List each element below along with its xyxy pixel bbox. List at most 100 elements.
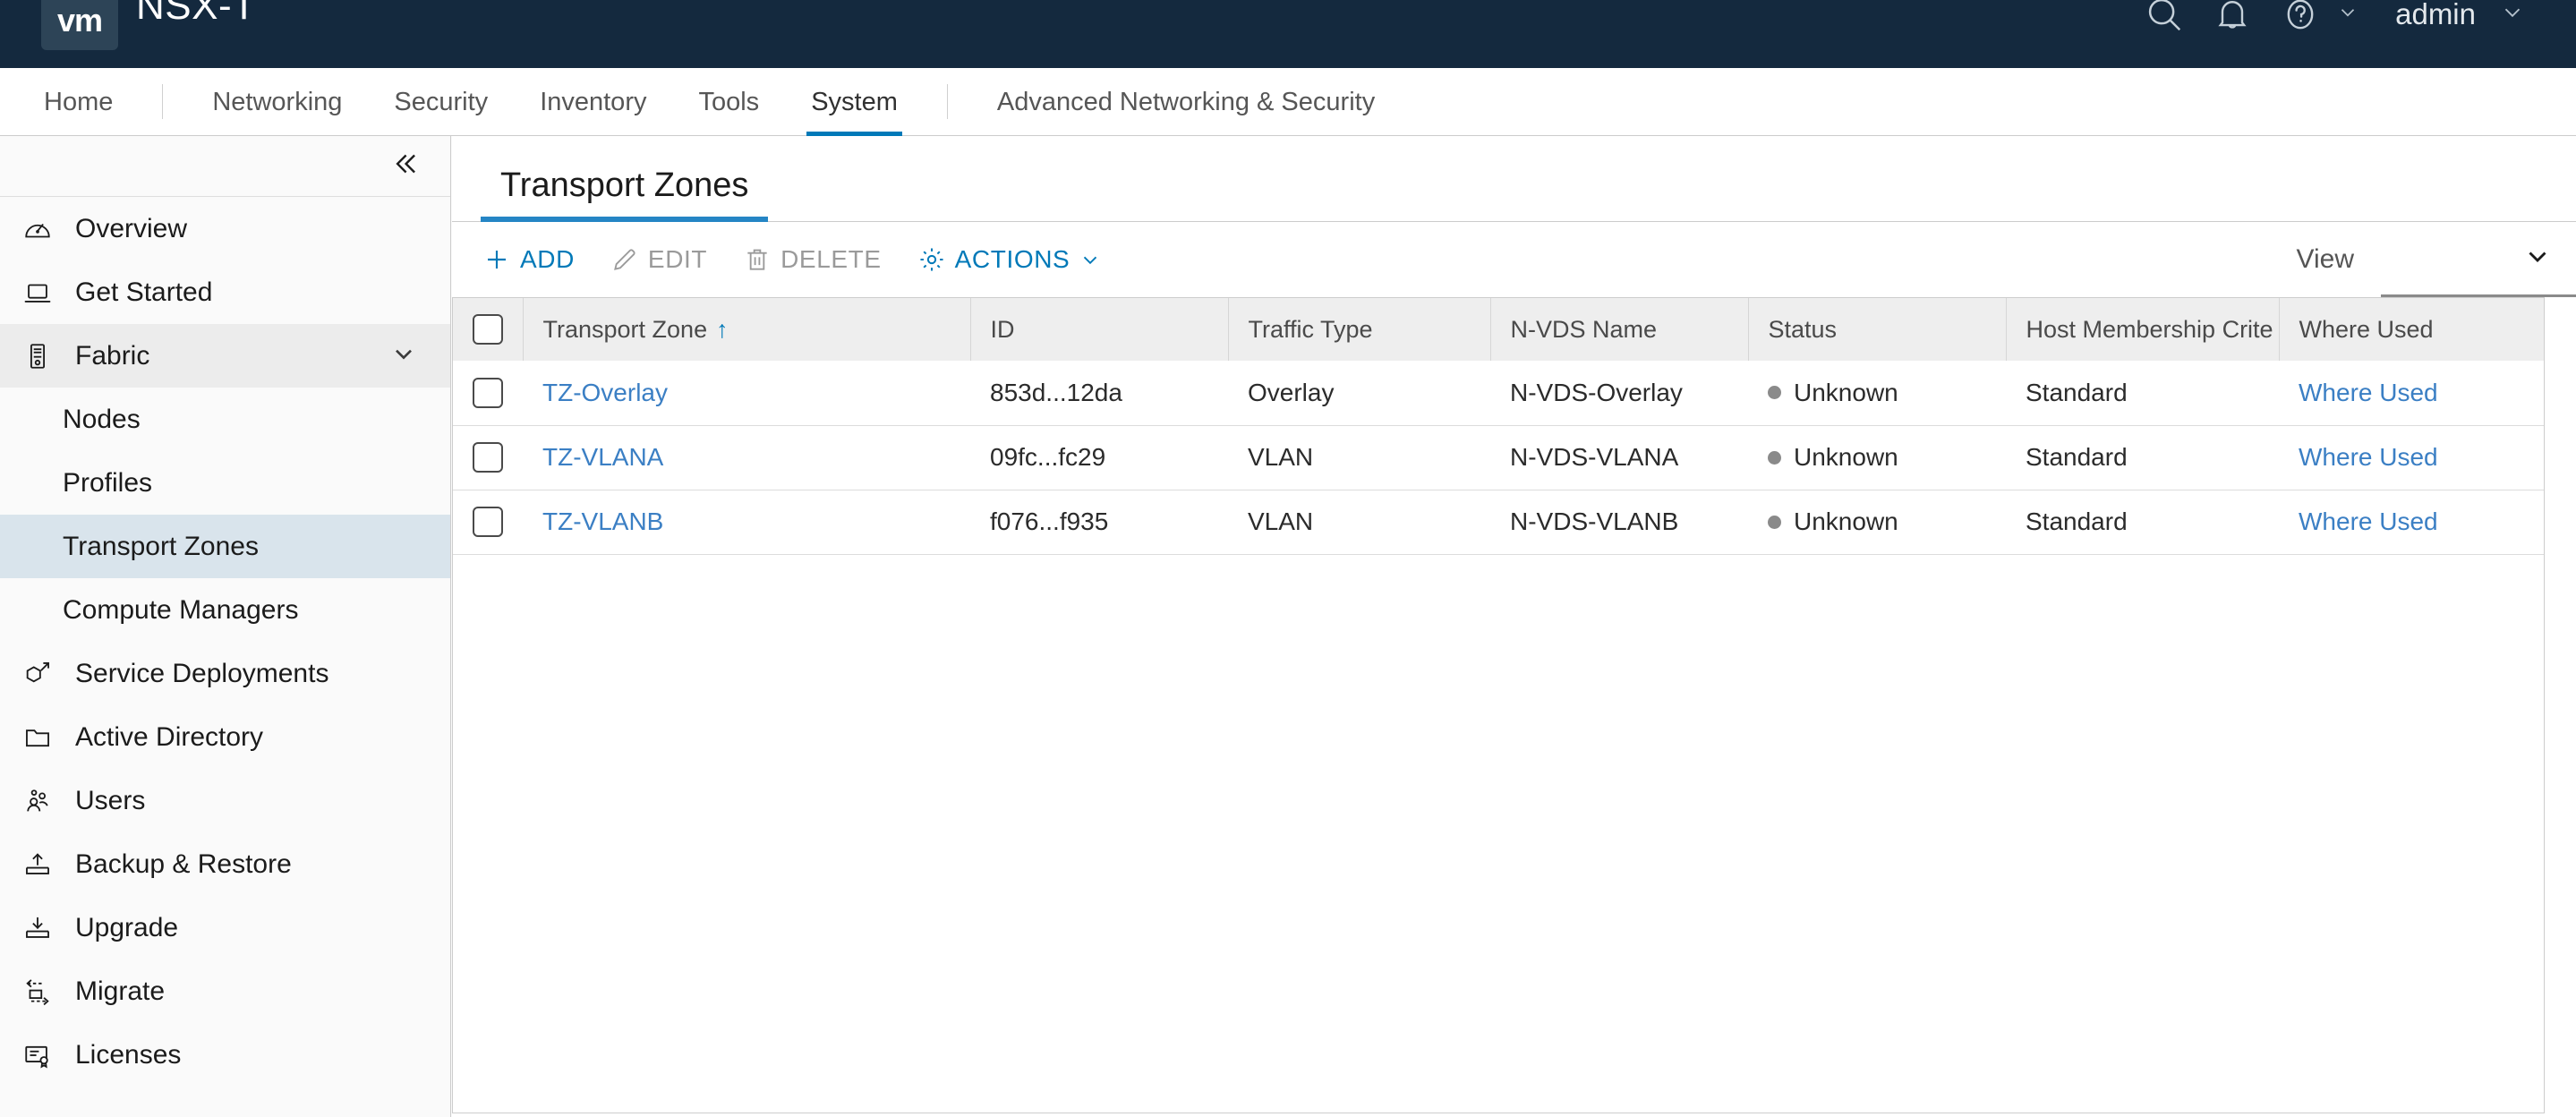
sort-ascending-icon: ↑ — [716, 315, 729, 343]
nav-label: Advanced Networking & Security — [996, 87, 1376, 116]
transport-zones-table-container: Transport Zone ↑ ID Traffic Type N-VDS Na… — [452, 297, 2545, 1113]
cell-traffic-type: VLAN — [1248, 443, 1314, 471]
sidebar-item-profiles[interactable]: Profiles — [0, 451, 450, 515]
column-label: N-VDS Name — [1510, 315, 1658, 343]
column-header-status[interactable]: Status — [1748, 298, 2007, 361]
column-header-where-used[interactable]: Where Used — [2279, 298, 2544, 361]
gear-icon — [917, 245, 946, 274]
cell-host-membership: Standard — [2026, 443, 2128, 471]
search-icon[interactable] — [2130, 0, 2198, 48]
sidebar-item-migrate[interactable]: Migrate — [0, 959, 450, 1023]
nav-label: Networking — [212, 87, 343, 116]
cell-nvds-name: N-VDS-VLANA — [1510, 443, 1679, 471]
bell-icon[interactable] — [2198, 0, 2266, 48]
nav-item-home[interactable]: Home — [18, 68, 139, 136]
cell-nvds-name: N-VDS-Overlay — [1510, 378, 1683, 406]
column-header-traffic-type[interactable]: Traffic Type — [1228, 298, 1491, 361]
sidebar-item-licenses[interactable]: Licenses — [0, 1023, 450, 1087]
select-all-header — [453, 298, 524, 361]
sidebar-item-label: Migrate — [75, 976, 166, 1006]
sidebar-item-users[interactable]: Users — [0, 769, 450, 832]
backup-upload-icon — [20, 847, 55, 883]
delete-button[interactable]: DELETE — [725, 222, 900, 297]
status-text: Unknown — [1794, 378, 1898, 406]
nav-item-tools[interactable]: Tools — [672, 68, 785, 136]
sidebar-item-label: Overview — [75, 213, 188, 243]
table-row[interactable]: TZ-VLANA 09fc...fc29 VLAN N-VDS-VLANA Un… — [453, 425, 2544, 490]
chevron-down-icon — [2522, 241, 2553, 276]
actions-button[interactable]: ACTIONS — [900, 222, 1121, 297]
column-label: Traffic Type — [1248, 315, 1373, 343]
table-row[interactable]: TZ-Overlay 853d...12da Overlay N-VDS-Ove… — [453, 361, 2544, 425]
help-menu[interactable] — [2266, 0, 2372, 48]
nav-item-security[interactable]: Security — [368, 68, 514, 136]
cell-nvds-name: N-VDS-VLANB — [1510, 507, 1679, 535]
sidebar-item-nodes[interactable]: Nodes — [0, 388, 450, 451]
transport-zone-link[interactable]: TZ-Overlay — [542, 379, 668, 406]
license-certificate-icon — [20, 1037, 55, 1073]
help-circle-icon[interactable] — [2266, 0, 2334, 48]
cell-status: Unknown — [1748, 425, 2006, 490]
user-menu[interactable]: admin — [2372, 0, 2549, 31]
table-row[interactable]: TZ-VLANB f076...f935 VLAN N-VDS-VLANB Un… — [453, 490, 2544, 554]
sidebar: Overview Get Started Fabric Nodes Profil… — [0, 136, 451, 1117]
sidebar-item-label: Users — [75, 785, 146, 815]
sidebar-item-label: Upgrade — [75, 912, 179, 942]
cell-status: Unknown — [1748, 361, 2006, 425]
nav-label: Inventory — [540, 87, 647, 116]
sidebar-item-backup-restore[interactable]: Backup & Restore — [0, 832, 450, 896]
nav-label: Home — [44, 87, 114, 116]
cell-where-used: Where Used — [2279, 361, 2544, 425]
where-used-link[interactable]: Where Used — [2299, 443, 2438, 471]
nav-item-system[interactable]: System — [785, 68, 924, 136]
sidebar-item-label: Backup & Restore — [75, 848, 292, 879]
where-used-link[interactable]: Where Used — [2299, 379, 2438, 406]
chevron-down-icon — [389, 339, 418, 372]
cell-id: 853d...12da — [990, 378, 1122, 406]
column-header-host-membership-criteria[interactable]: Host Membership Crite — [2006, 298, 2280, 361]
cell-transport-zone: TZ-Overlay — [523, 361, 970, 425]
delete-label: DELETE — [780, 245, 882, 273]
add-button[interactable]: ADD — [465, 222, 593, 297]
sidebar-item-label: Licenses — [75, 1039, 182, 1070]
transport-zone-link[interactable]: TZ-VLANB — [542, 507, 663, 535]
column-header-nvds-name[interactable]: N-VDS Name — [1490, 298, 1749, 361]
nav-item-inventory[interactable]: Inventory — [514, 68, 672, 136]
sidebar-item-compute-managers[interactable]: Compute Managers — [0, 578, 450, 642]
trash-icon — [743, 245, 772, 274]
sidebar-item-upgrade[interactable]: Upgrade — [0, 896, 450, 959]
view-select[interactable] — [2381, 222, 2576, 297]
sidebar-item-fabric[interactable]: Fabric — [0, 324, 450, 388]
row-checkbox[interactable] — [473, 442, 503, 473]
sidebar-item-transport-zones[interactable]: Transport Zones — [0, 515, 450, 578]
column-label: Where Used — [2299, 315, 2434, 343]
folder-icon — [20, 720, 55, 755]
status-dot-icon — [1768, 450, 1781, 465]
sidebar-collapse-button[interactable] — [0, 136, 450, 197]
transport-zone-link[interactable]: TZ-VLANA — [542, 443, 663, 471]
nav-item-advanced-networking-security[interactable]: Advanced Networking & Security — [971, 68, 1401, 136]
page-title: Transport Zones — [500, 166, 749, 204]
primary-nav: Home Networking Security Inventory Tools… — [0, 68, 2576, 136]
column-header-id[interactable]: ID — [970, 298, 1229, 361]
row-checkbox[interactable] — [473, 378, 503, 409]
app-header: vm NSX-T admin — [0, 0, 2576, 68]
edit-button[interactable]: EDIT — [593, 222, 725, 297]
sidebar-item-overview[interactable]: Overview — [0, 197, 450, 260]
cell-where-used: Where Used — [2279, 490, 2544, 554]
select-all-checkbox[interactable] — [472, 314, 503, 345]
nav-item-networking[interactable]: Networking — [186, 68, 368, 136]
column-header-transport-zone[interactable]: Transport Zone ↑ — [523, 298, 971, 361]
cell-id: f076...f935 — [990, 507, 1109, 535]
row-checkbox[interactable] — [473, 507, 503, 538]
where-used-link[interactable]: Where Used — [2299, 507, 2438, 535]
column-label: ID — [990, 315, 1015, 343]
migrate-arrows-icon — [20, 974, 55, 1010]
sidebar-item-get-started[interactable]: Get Started — [0, 260, 450, 324]
dashboard-icon — [20, 211, 55, 247]
status-text: Unknown — [1794, 507, 1898, 535]
deploy-cube-icon — [20, 656, 55, 692]
sidebar-item-service-deployments[interactable]: Service Deployments — [0, 642, 450, 705]
sidebar-item-active-directory[interactable]: Active Directory — [0, 705, 450, 769]
tab-transport-zones[interactable]: Transport Zones — [481, 166, 769, 222]
